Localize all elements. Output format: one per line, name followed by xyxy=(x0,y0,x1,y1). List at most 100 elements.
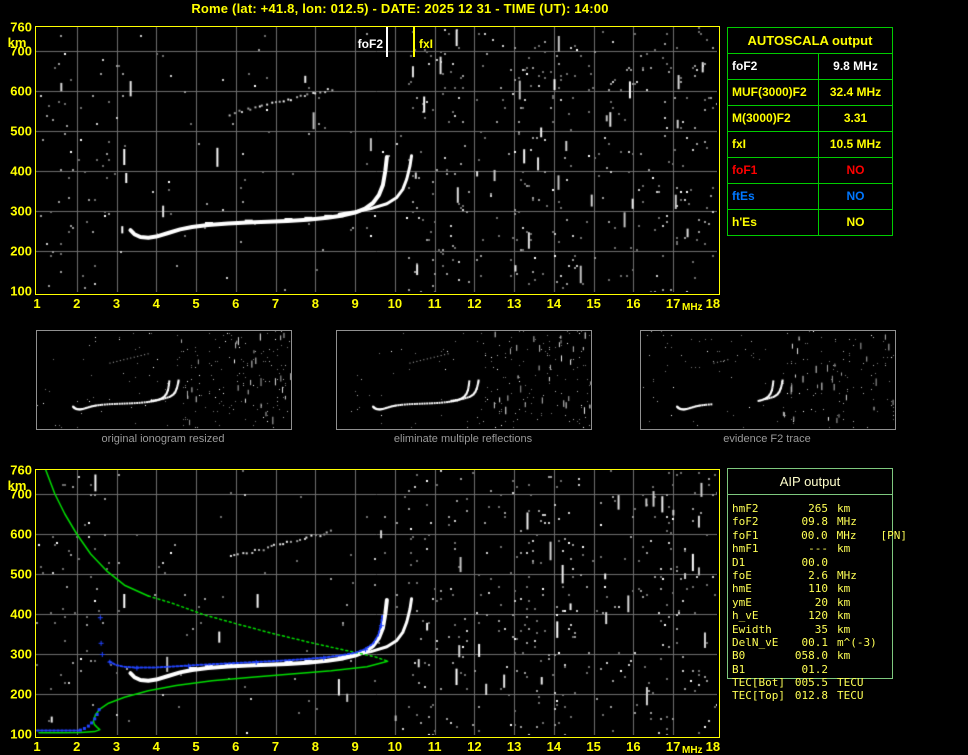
x-tick-label: 13 xyxy=(506,739,522,754)
aip-value: 005.5 xyxy=(794,676,828,690)
aip-row: B1 01.2 xyxy=(732,663,907,676)
aip-row: ymE 20 km xyxy=(732,596,907,609)
profile-ionogram-canvas xyxy=(36,470,717,735)
autoscala-row: MUF(3000)F2 32.4 MHz xyxy=(728,79,892,105)
thumbnail-f2-trace-canvas xyxy=(641,331,895,429)
thumbnail-original-canvas xyxy=(37,331,291,429)
x-tick-label: 4 xyxy=(152,296,160,311)
aip-unit xyxy=(837,556,879,569)
x-tick-label: 13 xyxy=(506,296,522,311)
autoscala-row-label: ftEs xyxy=(728,184,819,209)
x-tick-label: 15 xyxy=(586,296,601,311)
aip-unit: km xyxy=(837,582,851,596)
aip-value: 35 xyxy=(814,622,828,636)
aip-label: hmF1 xyxy=(732,542,759,556)
x-tick-label: 7 xyxy=(271,296,280,311)
autoscala-row: M(3000)F2 3.31 xyxy=(728,105,892,131)
aip-label: h_vE xyxy=(732,609,759,623)
aip-unit: m^(-3) xyxy=(837,635,877,649)
thumbnail-multiple-reflections-canvas xyxy=(337,331,591,429)
y-tick-label: 700 xyxy=(10,43,32,59)
x-tick-label: 4 xyxy=(152,739,160,754)
aip-row: foF2 09.8 MHz xyxy=(732,515,907,528)
y-tick-label: 760 xyxy=(10,19,32,35)
foF2-marker-line xyxy=(386,27,388,57)
aip-value: 20 xyxy=(814,595,828,609)
autoscala-row-label: foF2 xyxy=(728,54,819,79)
thumbnail-multiple-reflections xyxy=(336,330,592,430)
aip-unit: MHz xyxy=(837,515,857,529)
x-tick-label: 16 xyxy=(626,739,641,754)
aip-unit: TECU xyxy=(837,689,864,703)
autoscala-row-label: fxI xyxy=(728,132,819,157)
aip-unit: TECU xyxy=(837,676,864,690)
x-tick-label: 1 xyxy=(33,739,41,754)
aip-row: D1 00.0 xyxy=(732,556,907,569)
aip-row: B0 058.0 km xyxy=(732,649,907,662)
x-tick-label: 14 xyxy=(546,296,562,311)
aip-label: foE xyxy=(732,568,752,582)
aip-label: Ewidth xyxy=(732,622,772,636)
aip-label: foF1 xyxy=(732,528,759,542)
aip-label: TEC[Top] xyxy=(732,689,785,703)
autoscala-row: ftEs NO xyxy=(728,183,892,209)
aip-value: 00.0 xyxy=(801,555,829,569)
aip-value: --- xyxy=(808,542,828,556)
aip-unit: km xyxy=(837,502,851,515)
aip-output-table: AIP output hmF2 265 km foF2 09.8 MHz foF1 00.0 M… xyxy=(727,468,907,702)
autoscala-row-label: foF1 xyxy=(728,158,819,183)
aip-value: 120 xyxy=(808,609,828,623)
aip-label: TEC[Bot] xyxy=(732,676,785,690)
fxI-marker-line xyxy=(413,27,415,57)
aip-unit: MHz xyxy=(837,568,857,582)
y-tick-label: 600 xyxy=(10,83,32,99)
x-tick-label: 7 xyxy=(271,739,280,754)
aip-row: hmF2 265 km xyxy=(732,502,907,515)
y-tick-label: 200 xyxy=(10,686,32,702)
thumbnail-caption-original: original ionogram resized xyxy=(101,433,225,445)
x-tick-label: 11 xyxy=(427,296,442,311)
x-tick-label: 11 xyxy=(427,739,442,754)
x-tick-label: 8 xyxy=(311,296,319,311)
x-tick-label: 15 xyxy=(586,739,601,754)
aip-value: 058.0 xyxy=(794,649,828,663)
autoscala-row: foF1 NO xyxy=(728,157,892,183)
aip-row: h_vE 120 km xyxy=(732,609,907,622)
foF2-marker-label: foF2 xyxy=(357,37,383,51)
aip-table-title: AIP output xyxy=(728,469,892,495)
autoscala-table-title: AUTOSCALA output xyxy=(747,33,873,48)
y-tick-label: 760 xyxy=(10,462,32,478)
aip-label: D1 xyxy=(732,555,746,569)
x-tick-label: 10 xyxy=(387,739,403,754)
main-ionogram-canvas xyxy=(36,27,717,292)
aip-value: 2.6 xyxy=(808,568,828,582)
thumbnail-caption-reflections: eliminate multiple reflections xyxy=(393,433,533,445)
y-tick-label: 300 xyxy=(10,646,32,662)
x-tick-label: 5 xyxy=(192,296,200,311)
x-tick-label: 6 xyxy=(232,296,240,311)
autoscala-row: fxI 10.5 MHz xyxy=(728,131,892,157)
page-title: Rome (lat: +41.8, lon: 012.5) - DATE: 20… xyxy=(191,1,609,16)
aip-unit: km xyxy=(837,609,851,623)
y-tick-label: 300 xyxy=(10,203,32,219)
aip-row: TEC[Bot] 005.5 TECU xyxy=(732,676,907,689)
x-tick-label: 12 xyxy=(467,739,482,754)
aip-row: hmE 110 km xyxy=(732,582,907,595)
aip-table-rows: hmF2 265 km foF2 09.8 MHz foF1 00.0 MHz [PN] hmF1 -… xyxy=(732,502,907,703)
aip-extra: [PN] xyxy=(880,528,908,542)
thumbnail-f2-trace xyxy=(640,330,896,430)
x-tick-label: 9 xyxy=(351,296,359,311)
y-tick-label: 600 xyxy=(10,526,32,542)
aip-unit xyxy=(837,663,879,676)
thumbnail-original-ionogram xyxy=(36,330,292,430)
autoscala-row-value: 10.5 MHz xyxy=(829,137,882,151)
x-tick-label: 17 xyxy=(665,739,681,754)
x-tick-label: 3 xyxy=(112,739,121,754)
aip-row: DelN_vE 00.1 m^(-3) xyxy=(732,636,907,649)
x-tick-label: 2 xyxy=(73,296,81,311)
aip-value: 265 xyxy=(808,502,828,515)
y-tick-label: 700 xyxy=(10,486,32,502)
y-tick-label: 200 xyxy=(10,243,32,259)
aip-value: 01.2 xyxy=(801,662,829,676)
aip-label: hmE xyxy=(732,582,752,596)
